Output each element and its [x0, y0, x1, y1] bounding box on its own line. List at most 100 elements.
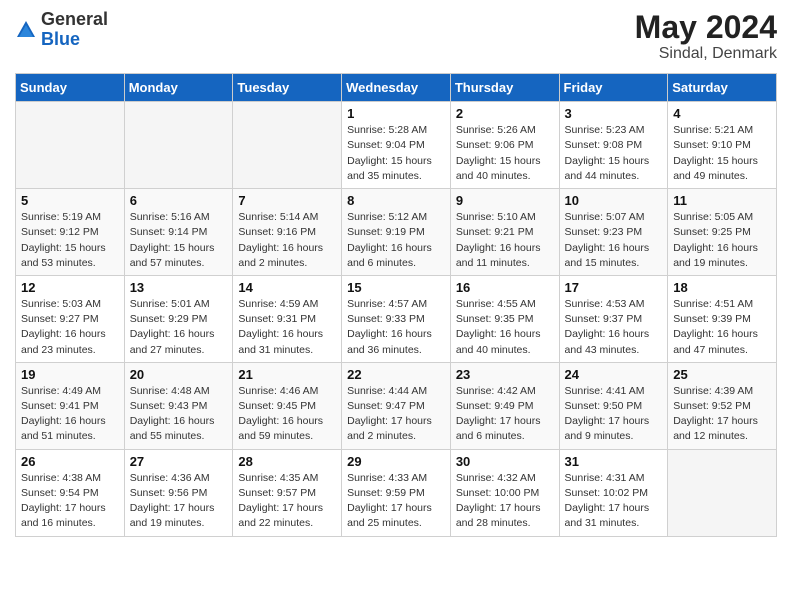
day-info: Sunrise: 4:36 AMSunset: 9:56 PMDaylight:…	[130, 471, 228, 532]
day-info: Sunrise: 5:23 AMSunset: 9:08 PMDaylight:…	[565, 123, 663, 184]
day-info-line: Daylight: 16 hours	[673, 327, 771, 342]
day-info-line: Sunset: 9:33 PM	[347, 312, 445, 327]
day-info: Sunrise: 5:05 AMSunset: 9:25 PMDaylight:…	[673, 210, 771, 271]
day-info-line: Sunrise: 4:33 AM	[347, 471, 445, 486]
day-info-line: Sunrise: 5:05 AM	[673, 210, 771, 225]
day-info-line: Sunset: 9:06 PM	[456, 138, 554, 153]
table-row: 22Sunrise: 4:44 AMSunset: 9:47 PMDayligh…	[342, 362, 451, 449]
day-info-line: Sunrise: 5:16 AM	[130, 210, 228, 225]
day-info: Sunrise: 5:28 AMSunset: 9:04 PMDaylight:…	[347, 123, 445, 184]
day-info: Sunrise: 4:53 AMSunset: 9:37 PMDaylight:…	[565, 297, 663, 358]
col-tuesday: Tuesday	[233, 74, 342, 102]
day-info-line: Daylight: 15 hours	[347, 154, 445, 169]
day-info-line: Daylight: 16 hours	[21, 327, 119, 342]
day-number: 17	[565, 280, 663, 295]
day-info-line: Daylight: 17 hours	[565, 414, 663, 429]
day-info: Sunrise: 4:55 AMSunset: 9:35 PMDaylight:…	[456, 297, 554, 358]
table-row: 13 Sunrise: 5:01 AMSunset: 9:29 PMDayligh…	[124, 275, 233, 362]
day-info: Sunrise: 4:35 AMSunset: 9:57 PMDaylight:…	[238, 471, 336, 532]
day-info-line: Daylight: 16 hours	[565, 327, 663, 342]
logo-general-text: General	[41, 9, 108, 29]
day-info-line: Sunrise: 4:55 AM	[456, 297, 554, 312]
day-info-line: Daylight: 17 hours	[238, 501, 336, 516]
day-number: 28	[238, 454, 336, 469]
day-info-line: Sunset: 9:59 PM	[347, 486, 445, 501]
calendar-table: Sunday Monday Tuesday Wednesday Thursday…	[15, 73, 777, 536]
day-info-line: and 49 minutes.	[673, 169, 771, 184]
day-info: Sunrise: 5:10 AMSunset: 9:21 PMDaylight:…	[456, 210, 554, 271]
day-number: 16	[456, 280, 554, 295]
day-info-line: and 57 minutes.	[130, 256, 228, 271]
day-info-line: Sunrise: 5:28 AM	[347, 123, 445, 138]
day-info: Sunrise: 5:21 AMSunset: 9:10 PMDaylight:…	[673, 123, 771, 184]
day-info-line: Sunrise: 4:51 AM	[673, 297, 771, 312]
day-number: 30	[456, 454, 554, 469]
col-sunday: Sunday	[16, 74, 125, 102]
day-info-line: Daylight: 16 hours	[456, 241, 554, 256]
calendar-week-row: 1 Sunrise: 5:28 AMSunset: 9:04 PMDaylight…	[16, 102, 777, 189]
day-info-line: Sunrise: 4:31 AM	[565, 471, 663, 486]
day-number: 12	[21, 280, 119, 295]
day-info: Sunrise: 4:57 AMSunset: 9:33 PMDaylight:…	[347, 297, 445, 358]
day-info-line: Daylight: 16 hours	[130, 327, 228, 342]
day-number: 14	[238, 280, 336, 295]
day-number: 1	[347, 106, 445, 121]
day-info-line: Sunrise: 4:57 AM	[347, 297, 445, 312]
day-info-line: Daylight: 16 hours	[238, 241, 336, 256]
day-info-line: Sunset: 9:21 PM	[456, 225, 554, 240]
day-info-line: and 35 minutes.	[347, 169, 445, 184]
day-info: Sunrise: 4:38 AMSunset: 9:54 PMDaylight:…	[21, 471, 119, 532]
day-info-line: and 15 minutes.	[565, 256, 663, 271]
day-info: Sunrise: 4:42 AMSunset: 9:49 PMDaylight:…	[456, 384, 554, 445]
day-info: Sunrise: 5:01 AMSunset: 9:29 PMDaylight:…	[130, 297, 228, 358]
day-info-line: Daylight: 17 hours	[347, 414, 445, 429]
day-info: Sunrise: 5:07 AMSunset: 9:23 PMDaylight:…	[565, 210, 663, 271]
day-info-line: Sunrise: 5:26 AM	[456, 123, 554, 138]
day-info-line: and 59 minutes.	[238, 429, 336, 444]
day-info-line: Sunset: 10:00 PM	[456, 486, 554, 501]
table-row: 3 Sunrise: 5:23 AMSunset: 9:08 PMDaylight…	[559, 102, 668, 189]
day-info-line: and 44 minutes.	[565, 169, 663, 184]
table-row	[124, 102, 233, 189]
day-info-line: and 25 minutes.	[347, 516, 445, 531]
table-row: 10Sunrise: 5:07 AMSunset: 9:23 PMDayligh…	[559, 189, 668, 276]
day-info-line: Daylight: 16 hours	[238, 414, 336, 429]
day-info-line: Sunrise: 4:36 AM	[130, 471, 228, 486]
day-number: 23	[456, 367, 554, 382]
day-info-line: and 19 minutes.	[673, 256, 771, 271]
table-row: 19 Sunrise: 4:49 AMSunset: 9:41 PMDayligh…	[16, 362, 125, 449]
day-info: Sunrise: 4:49 AMSunset: 9:41 PMDaylight:…	[21, 384, 119, 445]
day-info-line: and 53 minutes.	[21, 256, 119, 271]
day-number: 8	[347, 193, 445, 208]
table-row: 26Sunrise: 4:38 AMSunset: 9:54 PMDayligh…	[16, 449, 125, 536]
table-row: 8Sunrise: 5:12 AMSunset: 9:19 PMDaylight…	[342, 189, 451, 276]
calendar-header-row: Sunday Monday Tuesday Wednesday Thursday…	[16, 74, 777, 102]
calendar-week-row: 12Sunrise: 5:03 AMSunset: 9:27 PMDayligh…	[16, 275, 777, 362]
day-number: 4	[673, 106, 771, 121]
table-row	[233, 102, 342, 189]
table-row	[16, 102, 125, 189]
day-info-line: Daylight: 17 hours	[21, 501, 119, 516]
day-info-line: and 47 minutes.	[673, 343, 771, 358]
day-info-line: Sunrise: 5:03 AM	[21, 297, 119, 312]
day-info: Sunrise: 4:31 AMSunset: 10:02 PMDaylight…	[565, 471, 663, 532]
day-number: 13	[130, 280, 228, 295]
day-info-line: Daylight: 16 hours	[130, 414, 228, 429]
day-info-line: Sunset: 9:41 PM	[21, 399, 119, 414]
col-thursday: Thursday	[450, 74, 559, 102]
day-info-line: Sunset: 9:25 PM	[673, 225, 771, 240]
calendar-week-row: 19 Sunrise: 4:49 AMSunset: 9:41 PMDayligh…	[16, 362, 777, 449]
table-row: 29Sunrise: 4:33 AMSunset: 9:59 PMDayligh…	[342, 449, 451, 536]
day-info-line: and 2 minutes.	[238, 256, 336, 271]
day-info-line: Sunrise: 5:23 AM	[565, 123, 663, 138]
day-info-line: Sunset: 9:47 PM	[347, 399, 445, 414]
day-number: 19	[21, 367, 119, 382]
day-info-line: Daylight: 17 hours	[456, 501, 554, 516]
day-info-line: Sunrise: 4:53 AM	[565, 297, 663, 312]
table-row: 28 Sunrise: 4:35 AMSunset: 9:57 PMDayligh…	[233, 449, 342, 536]
day-number: 3	[565, 106, 663, 121]
day-info-line: Sunrise: 5:12 AM	[347, 210, 445, 225]
day-info: Sunrise: 4:39 AMSunset: 9:52 PMDaylight:…	[673, 384, 771, 445]
table-row: 2Sunrise: 5:26 AMSunset: 9:06 PMDaylight…	[450, 102, 559, 189]
table-row: 14Sunrise: 4:59 AMSunset: 9:31 PMDayligh…	[233, 275, 342, 362]
